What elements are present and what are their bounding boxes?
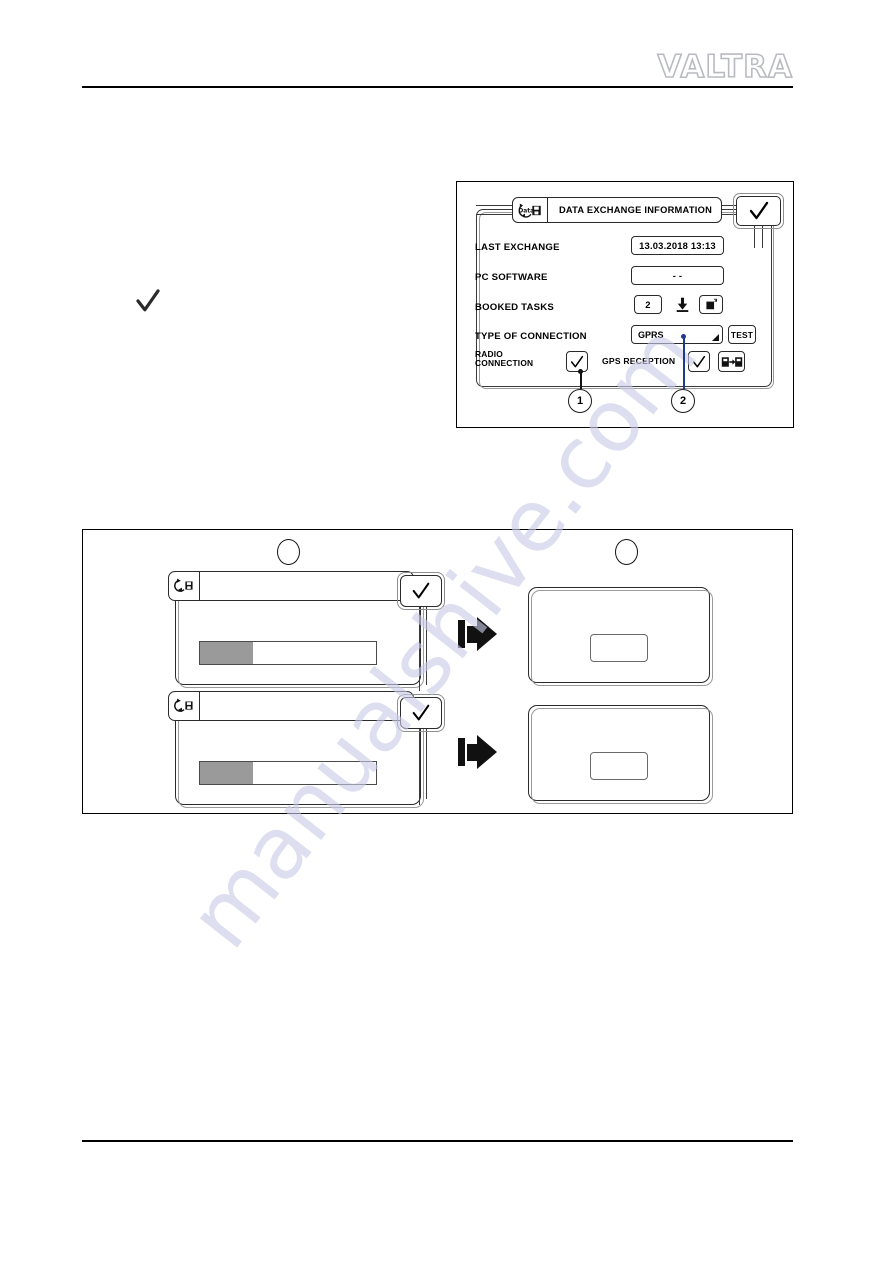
connection-type-value: GPRS xyxy=(638,329,664,340)
progress-panel-2 xyxy=(168,691,424,808)
step-marker-1 xyxy=(277,539,300,565)
screen-title: DATA EXCHANGE INFORMATION xyxy=(558,205,713,215)
connection-test-button[interactable]: TEST xyxy=(728,325,756,344)
progress-bar-2 xyxy=(199,761,377,785)
titlebar-connector-left-lower xyxy=(476,214,514,216)
screen-title-bar: Data DATA EXCHANGE INFORMATION xyxy=(512,197,722,223)
delete-icon[interactable] xyxy=(699,295,723,314)
row-pc-software: PC SOFTWARE xyxy=(475,269,548,285)
panel2-drop-line xyxy=(419,729,421,805)
data-exchange-icon: Data xyxy=(513,198,548,222)
okbutton-connector-down xyxy=(754,226,756,248)
row-radio-connection: RADIO CONNECTION xyxy=(475,350,533,374)
check-icon xyxy=(692,355,706,367)
progress-bar-1 xyxy=(199,641,377,665)
callout-2-leader xyxy=(683,337,685,389)
progress-bar-2-fill xyxy=(200,762,253,784)
progress-panel-1-header xyxy=(168,571,414,601)
check-icon xyxy=(749,201,768,220)
callout-2: 2 xyxy=(671,389,695,413)
progress-panel-2-header xyxy=(168,691,414,721)
check-icon xyxy=(570,355,584,367)
step-marker-2 xyxy=(615,539,638,565)
radio-connection-checkbox[interactable] xyxy=(566,351,588,372)
connection-type-dropdown[interactable]: GPRS xyxy=(631,325,723,344)
label-pc-software: PC SOFTWARE xyxy=(475,271,548,283)
check-icon xyxy=(412,704,430,721)
arrow-right-icon xyxy=(458,617,497,651)
check-icon xyxy=(133,284,163,318)
titlebar-connector-left-upper xyxy=(476,205,514,207)
download-icon[interactable] xyxy=(672,295,693,314)
value-booked-tasks: 2 xyxy=(634,295,662,314)
confirm-button-1[interactable] xyxy=(397,572,445,610)
panel1-drop-line xyxy=(419,607,421,691)
sync-icon xyxy=(169,692,200,720)
result-panel-1-field xyxy=(590,634,648,662)
label-booked-tasks: BOOKED TASKS xyxy=(475,301,554,313)
progress-bar-1-fill xyxy=(200,642,253,664)
sync-icon xyxy=(169,572,200,600)
header-rule xyxy=(82,86,793,88)
data-transfer-icon[interactable] xyxy=(718,351,745,372)
valtra-logo-text: VALTRA xyxy=(657,49,793,85)
valtra-logo: VALTRA xyxy=(657,49,793,85)
confirm-button-2[interactable] xyxy=(397,694,445,732)
row-type-of-connection: TYPE OF CONNECTION xyxy=(475,328,587,344)
panel2-drop-line-2 xyxy=(426,729,428,799)
panel1-drop-line-2 xyxy=(426,607,428,685)
label-radio-connection-line2: CONNECTION xyxy=(475,357,534,368)
result-panel-1 xyxy=(528,587,713,686)
confirm-button[interactable] xyxy=(733,193,784,229)
footer-rule xyxy=(82,1140,793,1142)
row-last-exchange: LAST EXCHANGE xyxy=(475,239,560,255)
label-type-of-connection: TYPE OF CONNECTION xyxy=(475,330,587,342)
callout-1-leader xyxy=(580,372,582,389)
value-pc-software: - - xyxy=(631,266,724,285)
result-panel-2-field xyxy=(590,752,648,780)
result-panel-2 xyxy=(528,705,713,804)
check-icon xyxy=(412,582,430,599)
label-last-exchange: LAST EXCHANGE xyxy=(475,241,560,253)
callout-1: 1 xyxy=(568,389,592,413)
svg-text:Data: Data xyxy=(518,207,534,214)
callout-1-anchor-dot xyxy=(578,369,583,374)
chevron-corner-icon xyxy=(712,334,719,341)
row-booked-tasks: BOOKED TASKS xyxy=(475,299,554,315)
value-last-exchange: 13.03.2018 13:13 xyxy=(631,236,724,255)
arrow-right-icon xyxy=(458,735,497,769)
callout-2-anchor-dot xyxy=(681,334,686,339)
gps-reception-checkbox[interactable] xyxy=(688,351,710,372)
label-gps-reception: GPS RECEPTION xyxy=(602,356,676,366)
row-gps-reception: GPS RECEPTION xyxy=(602,353,675,369)
okbutton-connector-down-2 xyxy=(762,226,764,248)
progress-panel-1 xyxy=(168,571,424,688)
